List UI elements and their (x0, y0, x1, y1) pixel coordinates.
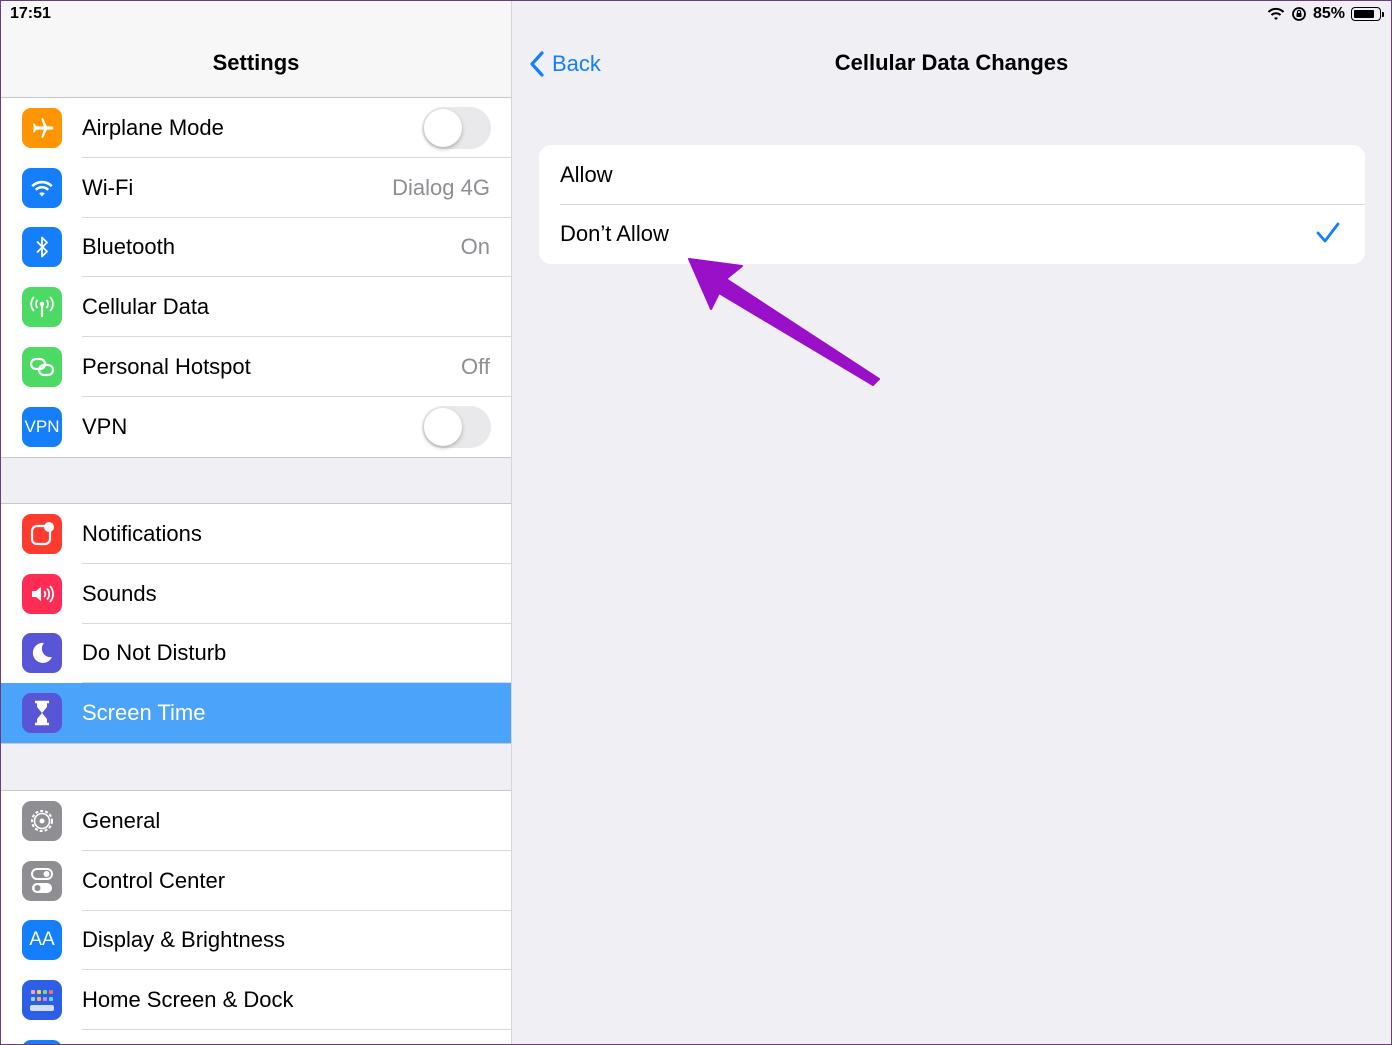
screen: Settings Airplane Mode Wi-Fi Dialog 4G B… (0, 0, 1392, 1045)
battery-percent: 85% (1312, 5, 1345, 22)
sidebar-item-label: Home Screen & Dock (82, 987, 294, 1013)
hotspot-status-value: Off (461, 354, 490, 380)
status-time: 17:51 (10, 5, 51, 22)
vpn-toggle[interactable] (422, 405, 491, 448)
sidebar-item-cellular-data[interactable]: Cellular Data (1, 277, 511, 338)
checkmark-icon (1316, 222, 1340, 242)
option-label: Allow (560, 161, 613, 187)
sidebar-item-notifications[interactable]: Notifications (1, 504, 511, 564)
sidebar-item-label: General (82, 807, 161, 833)
sidebar-item-label: Do Not Disturb (82, 640, 227, 666)
antenna-icon (22, 287, 62, 328)
sidebar-item-airplane-mode[interactable]: Airplane Mode (1, 98, 511, 158)
settings-group-general: General Control Center AA Display & Brig… (1, 790, 511, 1044)
speaker-icon (22, 573, 62, 614)
sidebar-item-home-screen-dock[interactable]: Home Screen & Dock (1, 970, 511, 1031)
sidebar-item-label: Sounds (82, 580, 157, 606)
sidebar-item-label: Notifications (82, 520, 202, 546)
sidebar-item-control-center[interactable]: Control Center (1, 851, 511, 911)
sidebar-item-display-brightness[interactable]: AA Display & Brightness (1, 911, 511, 971)
hotspot-icon (22, 347, 62, 388)
settings-group-notifications: Notifications Sounds Do Not Disturb Scre… (1, 503, 511, 745)
sidebar-item-label: Cellular Data (82, 294, 210, 320)
sidebar-item-label: Display & Brightness (82, 927, 285, 953)
notifications-icon (22, 513, 62, 554)
sidebar-item-general[interactable]: General (1, 791, 511, 851)
sidebar-item-vpn[interactable]: VPN VPN (1, 397, 511, 457)
sidebar-title: Settings (212, 50, 300, 75)
sidebar-item-label: Control Center (82, 867, 226, 893)
moon-icon (22, 633, 62, 674)
orientation-lock-icon (1292, 7, 1306, 21)
option-label: Don’t Allow (560, 221, 669, 247)
wifi-network-value: Dialog 4G (392, 174, 490, 200)
airplane-mode-toggle[interactable] (422, 106, 491, 149)
battery-icon (1351, 7, 1384, 21)
grid-icon (22, 980, 62, 1021)
wifi-status-icon (1267, 7, 1285, 20)
sidebar-item-partial (1, 1030, 511, 1044)
sidebar-item-screen-time[interactable]: Screen Time (1, 683, 511, 744)
switches-icon (22, 860, 62, 901)
sidebar-item-personal-hotspot[interactable]: Personal Hotspot Off (1, 337, 511, 397)
gear-icon (22, 800, 62, 841)
sidebar-item-label: Airplane Mode (82, 114, 224, 140)
bluetooth-icon (22, 227, 62, 268)
settings-sidebar: Settings Airplane Mode Wi-Fi Dialog 4G B… (1, 1, 512, 1044)
hourglass-icon (22, 693, 62, 734)
vpn-icon: VPN (22, 406, 62, 447)
sidebar-item-do-not-disturb[interactable]: Do Not Disturb (1, 624, 511, 684)
sidebar-header: Settings (1, 1, 511, 98)
sidebar-item-sounds[interactable]: Sounds (1, 564, 511, 624)
bluetooth-status-value: On (460, 234, 490, 260)
sidebar-item-label: Personal Hotspot (82, 354, 251, 380)
sidebar-item-wifi[interactable]: Wi-Fi Dialog 4G (1, 158, 511, 218)
sidebar-item-bluetooth[interactable]: Bluetooth On (1, 218, 511, 278)
airplane-icon (22, 107, 62, 148)
settings-group-connectivity: Airplane Mode Wi-Fi Dialog 4G Bluetooth … (1, 97, 511, 458)
status-indicators: 85% (1267, 5, 1384, 23)
text-size-icon: AA (22, 920, 62, 961)
partial-icon (22, 1040, 62, 1044)
page-title: Cellular Data Changes (834, 50, 1069, 75)
sidebar-item-label: Screen Time (82, 700, 206, 726)
wifi-icon (22, 167, 62, 208)
sidebar-item-label: Bluetooth (82, 234, 175, 260)
option-allow[interactable]: Allow (539, 145, 1365, 205)
sidebar-item-label: Wi-Fi (82, 174, 134, 200)
sidebar-item-label: VPN (82, 413, 128, 439)
option-dont-allow[interactable]: Don’t Allow (539, 205, 1365, 265)
options-list: Allow Don’t Allow (539, 145, 1365, 264)
